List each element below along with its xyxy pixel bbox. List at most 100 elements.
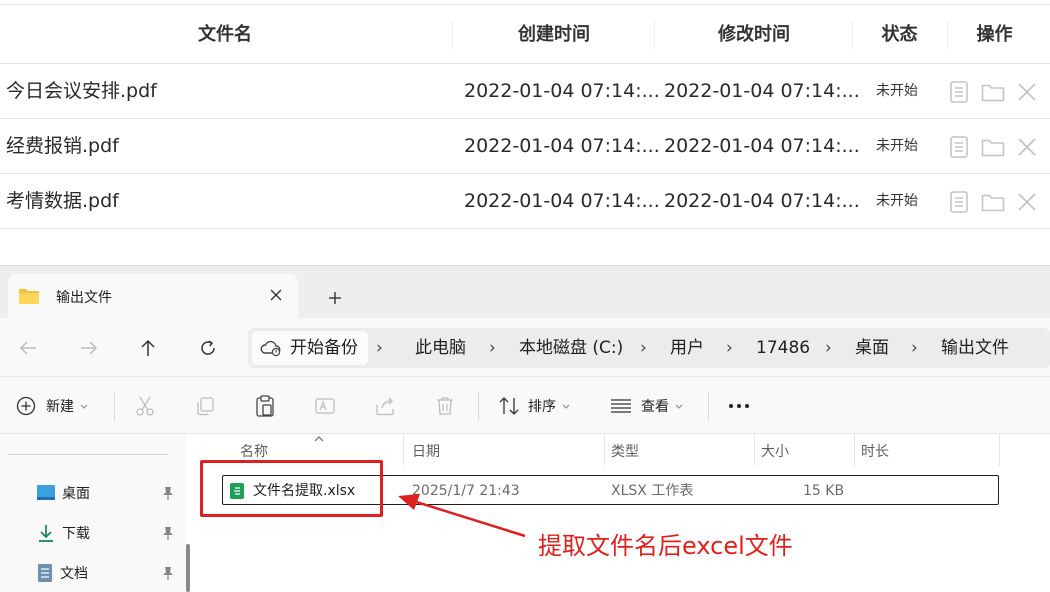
documents-icon (38, 564, 52, 582)
breadcrumb-item[interactable]: 输出文件 (941, 328, 1009, 368)
chevron-down-icon (562, 398, 570, 414)
new-button[interactable]: 新建 (16, 391, 88, 421)
row-created: 2022-01-04 07:14:... (464, 190, 660, 212)
chevron-down-icon (675, 398, 683, 414)
navigation-bar: 开始备份 › 此电脑 › 本地磁盘 (C:) › 用户 › 17486 › 桌面… (0, 318, 1050, 376)
desktop-icon (37, 485, 55, 500)
sidebar-scrollbar[interactable] (186, 544, 190, 592)
delete-icon[interactable] (434, 391, 456, 421)
forward-arrow-icon[interactable] (75, 334, 103, 362)
back-arrow-icon[interactable] (14, 334, 42, 362)
view-button[interactable]: 查看 (610, 391, 683, 421)
file-explorer-window: 输出文件 开始备份 › 此电脑 › 本地磁盘 (C:) › 用户 › 17486… (0, 265, 1050, 592)
column-header-duration[interactable]: 时长 (861, 440, 889, 464)
chevron-right-icon: › (726, 338, 733, 358)
breadcrumb-item[interactable]: 此电脑 (415, 328, 466, 368)
sort-icon (499, 397, 519, 415)
folder-icon[interactable] (981, 135, 1005, 159)
address-bar[interactable]: 开始备份 › 此电脑 › 本地磁盘 (C:) › 用户 › 17486 › 桌面… (248, 328, 1050, 368)
column-header-date[interactable]: 日期 (412, 440, 440, 464)
cut-icon[interactable] (134, 391, 156, 421)
row-status: 未开始 (876, 83, 918, 99)
rename-icon[interactable] (314, 391, 336, 421)
row-created: 2022-01-04 07:14:... (464, 80, 660, 102)
table-row[interactable]: 今日会议安排.pdf 2022-01-04 07:14:... 2022-01-… (0, 64, 1050, 119)
view-list-icon (611, 399, 631, 413)
row-modified: 2022-01-04 07:14:... (664, 135, 860, 157)
breadcrumb-item[interactable]: 17486 (756, 328, 810, 368)
column-header-type[interactable]: 类型 (611, 440, 639, 464)
header-created: 创建时间 (518, 24, 590, 45)
close-icon[interactable] (1015, 135, 1039, 159)
breadcrumb-backup: 开始备份 (290, 338, 358, 358)
pin-icon[interactable] (160, 485, 176, 501)
new-label: 新建 (46, 399, 74, 415)
header-actions: 操作 (976, 24, 1013, 45)
sidebar-item-desktop[interactable]: 桌面 (36, 481, 90, 505)
sort-label: 排序 (528, 399, 556, 415)
pin-icon[interactable] (160, 565, 176, 581)
column-divider[interactable] (403, 434, 404, 466)
table-row[interactable]: 经费报销.pdf 2022-01-04 07:14:... 2022-01-04… (0, 119, 1050, 174)
column-divider[interactable] (754, 434, 755, 466)
header-divider (452, 21, 453, 49)
table-row[interactable]: 考情数据.pdf 2022-01-04 07:14:... 2022-01-04… (0, 174, 1050, 229)
column-divider[interactable] (999, 434, 1000, 466)
sidebar-item-label: 桌面 (62, 486, 90, 502)
sidebar-item-label: 文档 (60, 566, 88, 582)
folder-icon[interactable] (981, 80, 1005, 104)
sidebar-item-label: 下载 (62, 526, 90, 542)
file-table: 文件名 创建时间 修改时间 状态 操作 今日会议安排.pdf 2022-01-0… (0, 0, 1050, 232)
new-tab-button[interactable] (324, 287, 346, 309)
chevron-right-icon: › (911, 338, 918, 358)
file-type: XLSX 工作表 (611, 483, 694, 499)
header-modified: 修改时间 (718, 24, 790, 45)
column-header-size[interactable]: 大小 (761, 440, 789, 464)
row-filename: 今日会议安排.pdf (6, 80, 157, 102)
download-icon (39, 525, 53, 542)
more-options-icon[interactable] (728, 391, 750, 421)
file-date: 2025/1/7 21:43 (412, 483, 520, 499)
sidebar-divider (8, 454, 168, 455)
column-divider[interactable] (604, 434, 605, 466)
chevron-right-icon: › (825, 338, 832, 358)
document-icon[interactable] (947, 135, 971, 159)
row-created: 2022-01-04 07:14:... (464, 135, 660, 157)
paste-icon[interactable] (254, 391, 276, 421)
tab-output-folder[interactable]: 输出文件 (8, 274, 298, 318)
pin-icon[interactable] (160, 525, 176, 541)
command-bar: 新建 排序 查看 (0, 376, 1050, 434)
breadcrumb-item[interactable]: 本地磁盘 (C:) (519, 328, 623, 368)
document-icon[interactable] (947, 80, 971, 104)
row-filename: 经费报销.pdf (6, 135, 119, 157)
sort-ascending-icon (314, 428, 324, 447)
copy-icon[interactable] (194, 391, 216, 421)
tab-bar: 输出文件 (0, 266, 1050, 318)
share-icon[interactable] (374, 391, 396, 421)
chevron-right-icon: › (489, 338, 496, 358)
sort-button[interactable]: 排序 (498, 391, 570, 421)
breadcrumb-item[interactable]: 桌面 (855, 328, 889, 368)
file-size: 15 KB (803, 483, 845, 499)
row-filename: 考情数据.pdf (6, 190, 119, 212)
add-circle-icon (16, 396, 36, 416)
row-actions (947, 190, 1039, 214)
close-icon[interactable] (266, 285, 286, 305)
highlight-box (200, 460, 383, 517)
refresh-icon[interactable] (194, 334, 222, 362)
up-arrow-icon[interactable] (134, 334, 162, 362)
view-label: 查看 (641, 399, 669, 415)
document-icon[interactable] (947, 190, 971, 214)
folder-icon[interactable] (981, 190, 1005, 214)
row-actions (947, 80, 1039, 104)
backup-button[interactable]: 开始备份 (252, 331, 368, 365)
close-icon[interactable] (1015, 80, 1039, 104)
column-divider[interactable] (854, 434, 855, 466)
chevron-right-icon: › (376, 338, 383, 358)
sidebar-item-downloads[interactable]: 下载 (36, 521, 90, 545)
sidebar-item-documents[interactable]: 文档 (36, 561, 88, 585)
breadcrumb-item[interactable]: 用户 (670, 328, 704, 368)
toolbar-divider (114, 391, 115, 421)
table-header: 文件名 创建时间 修改时间 状态 操作 (0, 4, 1050, 64)
close-icon[interactable] (1015, 190, 1039, 214)
